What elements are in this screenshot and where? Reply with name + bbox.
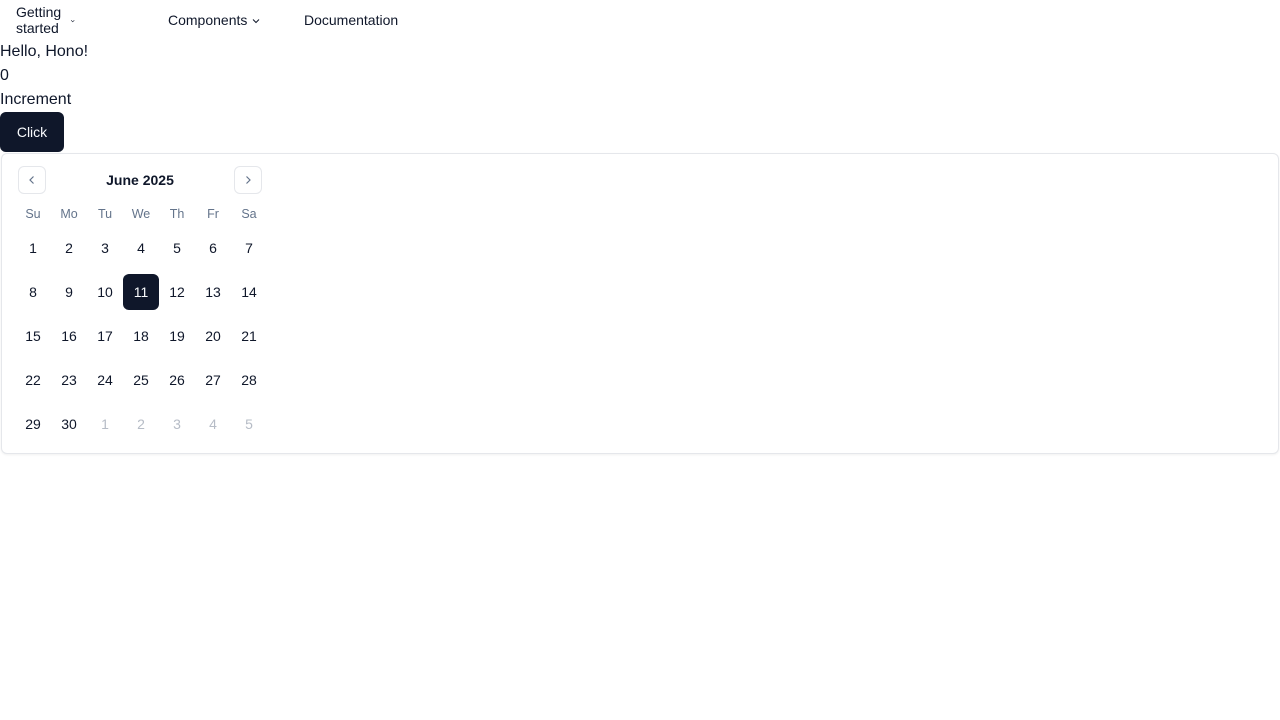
calendar-week-row: 8 9 10 11 12 13 14 <box>15 274 267 318</box>
calendar-day[interactable]: 17 <box>87 318 123 354</box>
calendar-week-row: 15 16 17 18 19 20 21 <box>15 318 267 362</box>
nav-components[interactable]: Components <box>168 0 261 40</box>
weekday-header: Su Mo Tu We Th Fr Sa <box>15 204 267 224</box>
calendar-week-row: 1234567 <box>15 230 267 274</box>
calendar-day[interactable]: 26 <box>159 362 195 398</box>
nav-components-label: Components <box>168 12 248 28</box>
calendar-day[interactable]: 20 <box>195 318 231 354</box>
chevron-down-icon <box>70 19 75 23</box>
calendar-day[interactable]: 1 <box>15 230 51 266</box>
calendar-day-outside[interactable]: 3 <box>159 406 195 442</box>
nav-getting-started-label: Getting started <box>16 4 62 36</box>
calendar-week-row: 29 30 1 2 3 4 5 <box>15 406 267 450</box>
calendar-header: June 2025 <box>18 166 262 194</box>
calendar-day[interactable]: 21 <box>231 318 267 354</box>
calendar-day-outside[interactable]: 5 <box>231 406 267 442</box>
calendar-day[interactable]: 4 <box>123 230 159 266</box>
weekday-label: Sa <box>241 207 257 221</box>
calendar-day[interactable]: 18 <box>123 318 159 354</box>
calendar-day[interactable]: 14 <box>231 274 267 310</box>
counter-value: 0 <box>0 67 9 84</box>
calendar-day[interactable]: 28 <box>231 362 267 398</box>
calendar-day[interactable]: 8 <box>15 274 51 310</box>
calendar-day[interactable]: 25 <box>123 362 159 398</box>
calendar-day-outside[interactable]: 4 <box>195 406 231 442</box>
calendar-week-row: 22 23 24 25 26 27 28 <box>15 362 267 406</box>
weekday-label: We <box>131 207 151 221</box>
calendar-day[interactable]: 7 <box>231 230 267 266</box>
calendar-month-label: June 2025 <box>106 172 174 188</box>
calendar-day-outside[interactable]: 1 <box>87 406 123 442</box>
weekday-label: Su <box>25 207 41 221</box>
next-month-button[interactable] <box>234 166 262 194</box>
nav-getting-started[interactable]: Getting started <box>16 0 75 40</box>
click-button[interactable]: Click <box>0 112 64 152</box>
weekday-label: Th <box>169 207 185 221</box>
calendar-day[interactable]: 13 <box>195 274 231 310</box>
calendar-day[interactable]: 12 <box>159 274 195 310</box>
calendar-day-outside[interactable]: 2 <box>123 406 159 442</box>
calendar-day[interactable]: 9 <box>51 274 87 310</box>
calendar-day[interactable]: 5 <box>159 230 195 266</box>
calendar-day[interactable]: 16 <box>51 318 87 354</box>
weekday-label: Tu <box>97 207 113 221</box>
calendar-day[interactable]: 6 <box>195 230 231 266</box>
calendar-day[interactable]: 27 <box>195 362 231 398</box>
calendar-day[interactable]: 29 <box>15 406 51 442</box>
weekday-label: Mo <box>60 207 78 221</box>
chevron-right-icon <box>246 176 251 184</box>
calendar-day[interactable]: 10 <box>87 274 123 310</box>
calendar-grid: 1 2 3 4 5 6 7 8 9 10 11 12 13 14 15 16 17 18 19 20 21 22 23 24 2… <box>15 230 267 450</box>
calendar-day[interactable]: 2 <box>51 230 87 266</box>
weekday-label: Fr <box>207 207 219 221</box>
greeting-text: Hello, Hono! <box>0 43 89 60</box>
chevron-down-icon <box>253 19 260 24</box>
calendar-day[interactable]: 22 <box>15 362 51 398</box>
calendar-day[interactable]: 23 <box>51 362 87 398</box>
calendar-day[interactable]: 24 <box>87 362 123 398</box>
nav-documentation-label: Documentation <box>304 12 399 28</box>
calendar: June 2025 Su Mo Tu We Th Fr Sa 1 2 3 4 5 6 7 8 9 10 11 12… <box>1 153 1279 454</box>
calendar-day[interactable]: 15 <box>15 318 51 354</box>
chevron-left-icon <box>29 176 34 184</box>
calendar-day[interactable]: 19 <box>159 318 195 354</box>
calendar-day-selected[interactable]: 11 <box>123 274 159 310</box>
calendar-day[interactable]: 3 <box>87 230 123 266</box>
calendar-day[interactable]: 30 <box>51 406 87 442</box>
nav-documentation[interactable]: Documentation <box>304 0 398 40</box>
previous-month-button[interactable] <box>18 166 46 194</box>
increment-label: Increment <box>0 91 72 108</box>
